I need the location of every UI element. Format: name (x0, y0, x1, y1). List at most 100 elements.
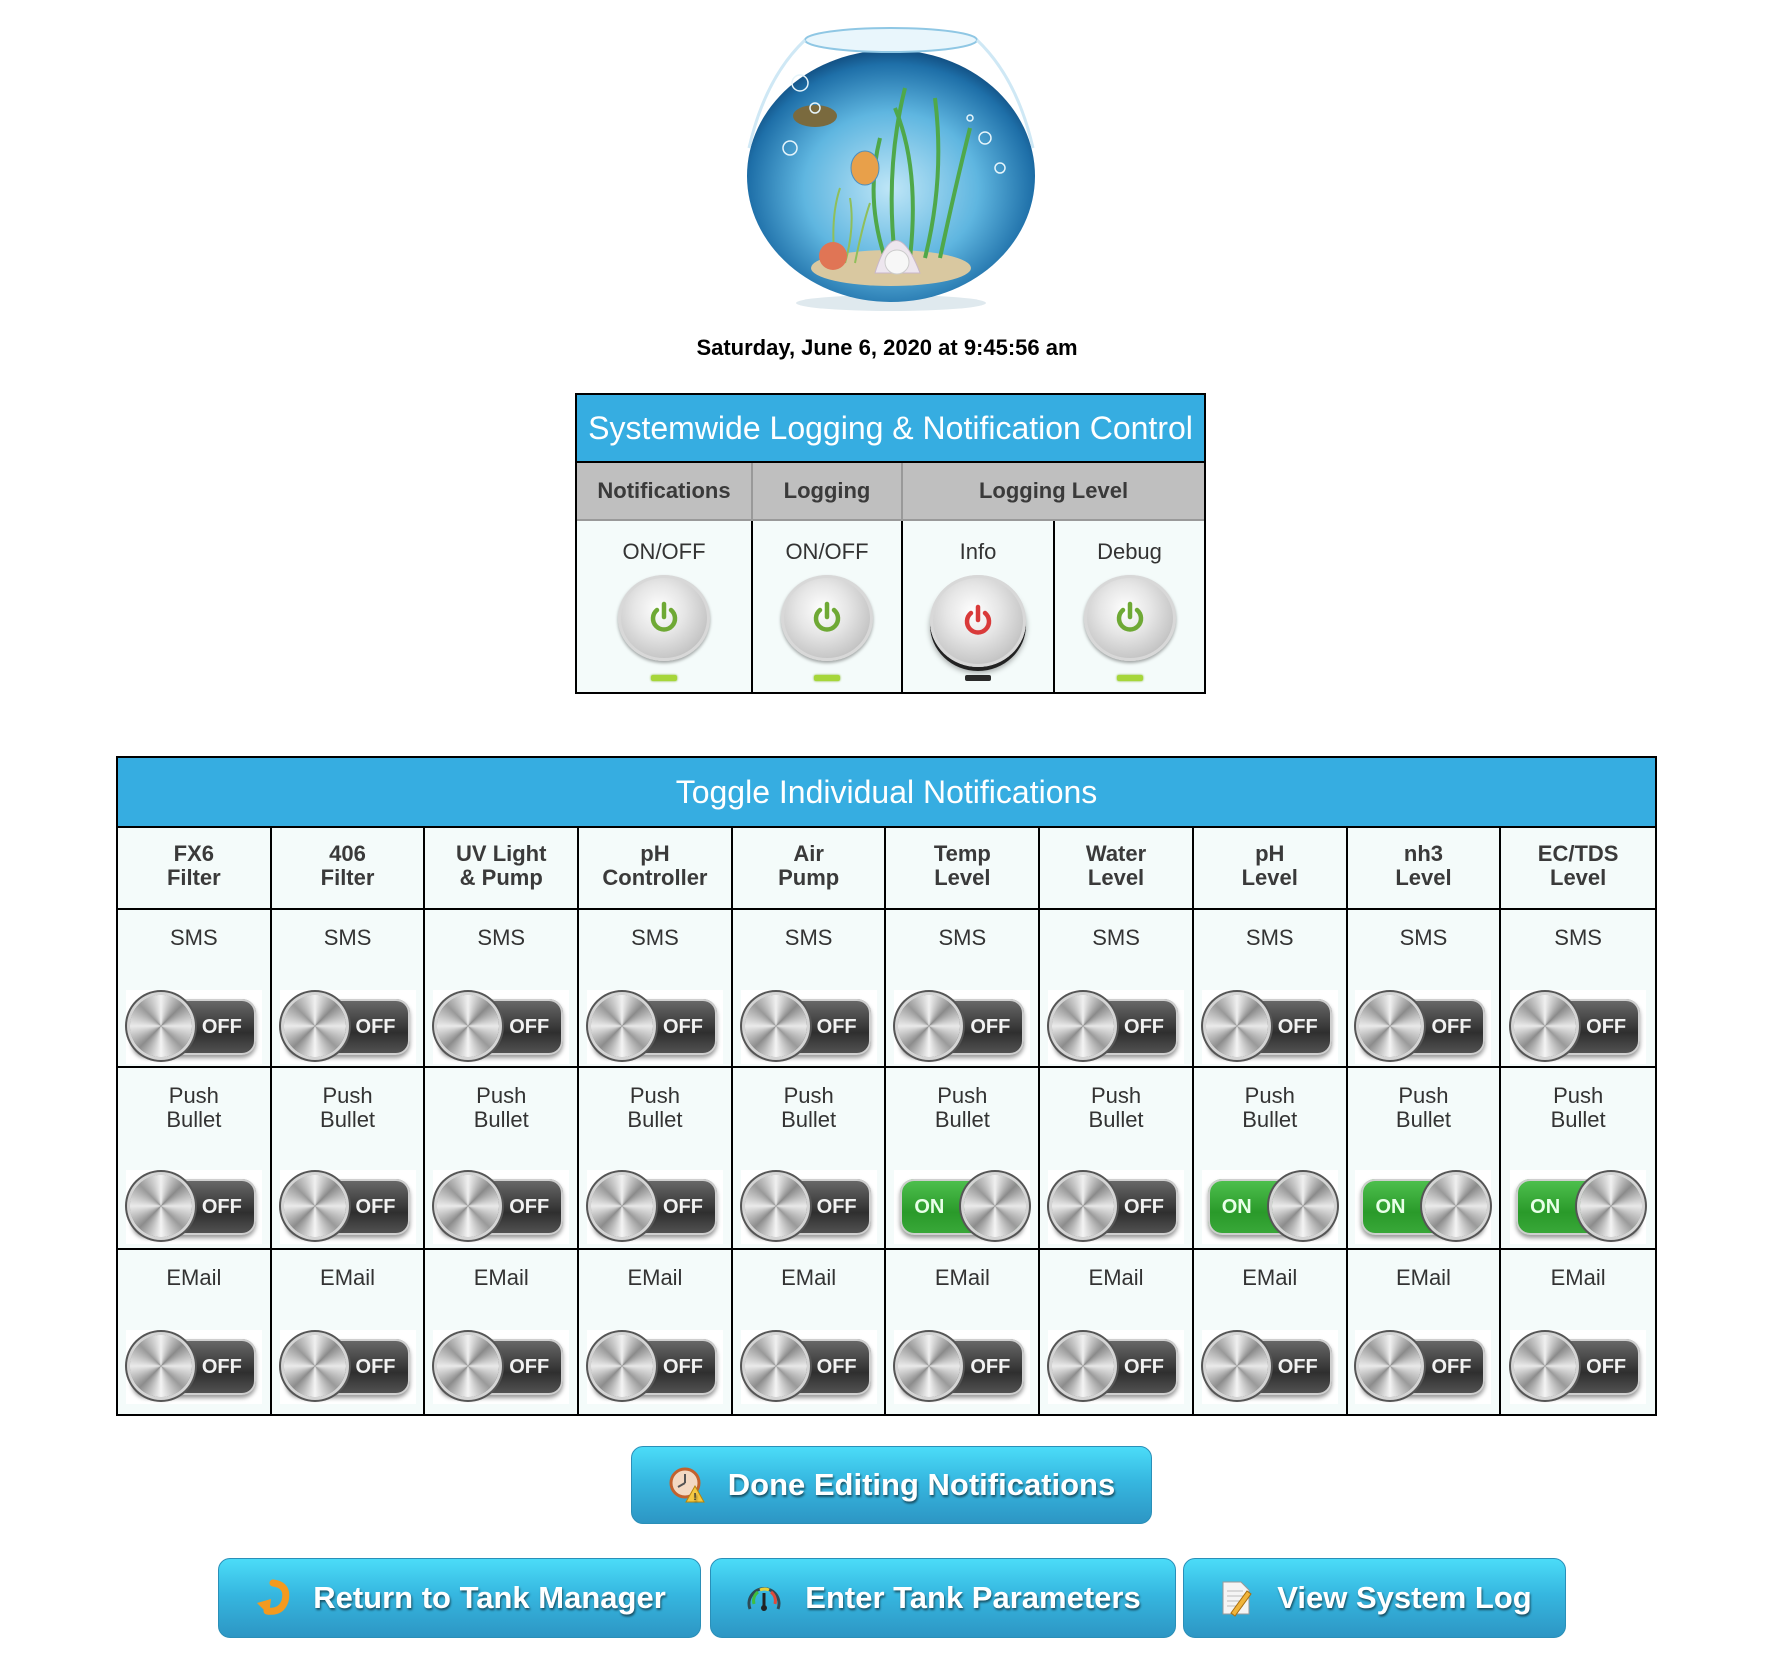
column-header-line1: Air (793, 841, 824, 866)
toggle-state-label: OFF (970, 1355, 1011, 1378)
toggle-knob (590, 995, 653, 1057)
toggle-switch[interactable]: ON (1516, 1175, 1643, 1237)
toggle-knob (590, 1335, 653, 1397)
email-cell-fx6-filter: EMail OFF (118, 1250, 272, 1414)
toggle-switch[interactable]: OFF (129, 1175, 256, 1237)
return-to-tank-manager-button[interactable]: Return to Tank Manager (218, 1558, 701, 1638)
toggle-switch[interactable]: OFF (129, 1335, 256, 1397)
toggle-switch[interactable]: OFF (1052, 995, 1179, 1057)
toggle-knob (744, 1335, 807, 1397)
toggle-wrapper: OFF (1048, 990, 1185, 1064)
toggle-switch[interactable]: OFF (129, 995, 256, 1057)
toggle-switch[interactable]: OFF (744, 995, 871, 1057)
channel-label: SMS (1501, 910, 1655, 976)
email-cell-ph-controller: EMail OFF (579, 1250, 733, 1414)
email-cell-temp-level: EMail OFF (886, 1250, 1041, 1414)
column-header-line2: Filter (320, 865, 375, 890)
channel-label-line1: SMS (477, 925, 526, 950)
return-arrow-icon (253, 1579, 291, 1617)
toggle-knob (1205, 995, 1268, 1057)
enter-tank-parameters-button[interactable]: Enter Tank Parameters (710, 1558, 1176, 1638)
channel-label: SMS (1194, 910, 1346, 976)
notepad-pencil-icon (1217, 1579, 1255, 1617)
toggle-switch[interactable]: OFF (1514, 995, 1641, 1057)
toggle-switch[interactable]: OFF (590, 1175, 717, 1237)
sms-cell-water-level: SMS OFF (1040, 910, 1194, 1068)
toggle-switch[interactable]: OFF (744, 1175, 871, 1237)
channel-label-line2: Bullet (473, 1107, 529, 1132)
sms-cell-406-filter: SMS OFF (271, 910, 426, 1068)
view-system-log-button[interactable]: View System Log (1183, 1558, 1566, 1638)
toggle-knob (129, 1335, 192, 1397)
sms-cell-ec-tds-level: SMS OFF (1501, 910, 1655, 1068)
toggle-knob (1359, 1335, 1422, 1397)
status-led-on (1116, 675, 1143, 681)
toggle-knob (964, 1175, 1027, 1237)
toggle-state-label: OFF (816, 1355, 857, 1378)
toggle-switch[interactable]: OFF (1359, 1335, 1486, 1397)
toggle-switch[interactable]: OFF (437, 1175, 564, 1237)
toggle-knob (1580, 1175, 1643, 1237)
info-level-power-button[interactable] (930, 575, 1026, 667)
toggle-knob (1271, 1175, 1334, 1237)
toggle-wrapper: OFF (125, 1330, 262, 1404)
channel-label-line1: EMail (1242, 1265, 1298, 1290)
toggle-switch[interactable]: OFF (283, 1175, 410, 1237)
channel-label-line1: Push (1553, 1083, 1604, 1108)
done-editing-notifications-button[interactable]: ! Done Editing Notifications (631, 1446, 1152, 1524)
toggle-switch[interactable]: OFF (744, 1335, 871, 1397)
header-logging: Logging (753, 463, 903, 521)
toggle-switch[interactable]: OFF (1359, 995, 1486, 1057)
sms-cell-nh3-level: SMS OFF (1347, 910, 1502, 1068)
toggle-switch[interactable]: ON (1361, 1175, 1488, 1237)
toggle-wrapper: OFF (740, 1330, 877, 1404)
channel-label: EMail (1348, 1250, 1500, 1316)
email-cell-water-level: EMail OFF (1040, 1250, 1194, 1414)
logging-onoff-cell: ON/OFF (753, 521, 903, 692)
channel-label: SMS (118, 910, 270, 976)
channel-label-line1: Push (1090, 1083, 1142, 1108)
debug-level-power-button[interactable] (1083, 575, 1176, 661)
column-header-line1: 406 (329, 841, 366, 866)
toggle-wrapper: OFF (125, 1170, 262, 1244)
channel-label-line1: EMail (627, 1265, 683, 1290)
toggle-switch[interactable]: OFF (1514, 1335, 1641, 1397)
toggle-wrapper: OFF (1355, 990, 1492, 1064)
channel-label-line1: Push (322, 1083, 373, 1108)
toggle-switch[interactable]: OFF (283, 1335, 410, 1397)
toggle-switch[interactable]: OFF (590, 1335, 717, 1397)
email-cell-uv-light-pump: EMail OFF (425, 1250, 580, 1414)
column-header-line1: Water (1085, 841, 1147, 866)
toggle-switch[interactable]: OFF (898, 1335, 1025, 1397)
toggle-switch[interactable]: OFF (898, 995, 1025, 1057)
channel-label: Push Bullet (733, 1068, 885, 1158)
toggle-switch[interactable]: OFF (1205, 995, 1332, 1057)
toggle-wrapper: OFF (894, 1330, 1031, 1404)
toggle-switch[interactable]: OFF (1052, 1175, 1179, 1237)
toggle-state-label: OFF (662, 1355, 703, 1378)
notifications-power-button[interactable] (618, 575, 710, 661)
logging-power-button[interactable] (781, 575, 873, 661)
column-header-line1: nh3 (1403, 841, 1443, 866)
toggle-switch[interactable]: ON (900, 1175, 1027, 1237)
toggle-switch[interactable]: OFF (1052, 1335, 1179, 1397)
toggle-knob (283, 995, 346, 1057)
toggle-switch[interactable]: ON (1207, 1175, 1334, 1237)
toggle-state-label: OFF (1431, 1015, 1472, 1038)
channel-label: EMail (886, 1250, 1038, 1316)
toggle-state-label: ON (914, 1195, 945, 1218)
toggle-switch[interactable]: OFF (437, 1335, 564, 1397)
channel-label-line1: SMS (323, 925, 372, 950)
toggle-state-label: OFF (1586, 1355, 1627, 1378)
toggle-switch[interactable]: OFF (1205, 1335, 1332, 1397)
done-button-label: Done Editing Notifications (727, 1467, 1116, 1502)
channel-label: EMail (579, 1250, 731, 1316)
toggle-switch[interactable]: OFF (283, 995, 410, 1057)
toggle-switch[interactable]: OFF (590, 995, 717, 1057)
channel-label-line2: Bullet (1395, 1107, 1451, 1132)
svg-text:!: ! (693, 1492, 696, 1503)
column-header-line2: Controller (602, 865, 708, 890)
toggle-switch[interactable]: OFF (437, 995, 564, 1057)
column-header-water-level: Water Level (1040, 828, 1194, 910)
toggle-knob (283, 1335, 346, 1397)
